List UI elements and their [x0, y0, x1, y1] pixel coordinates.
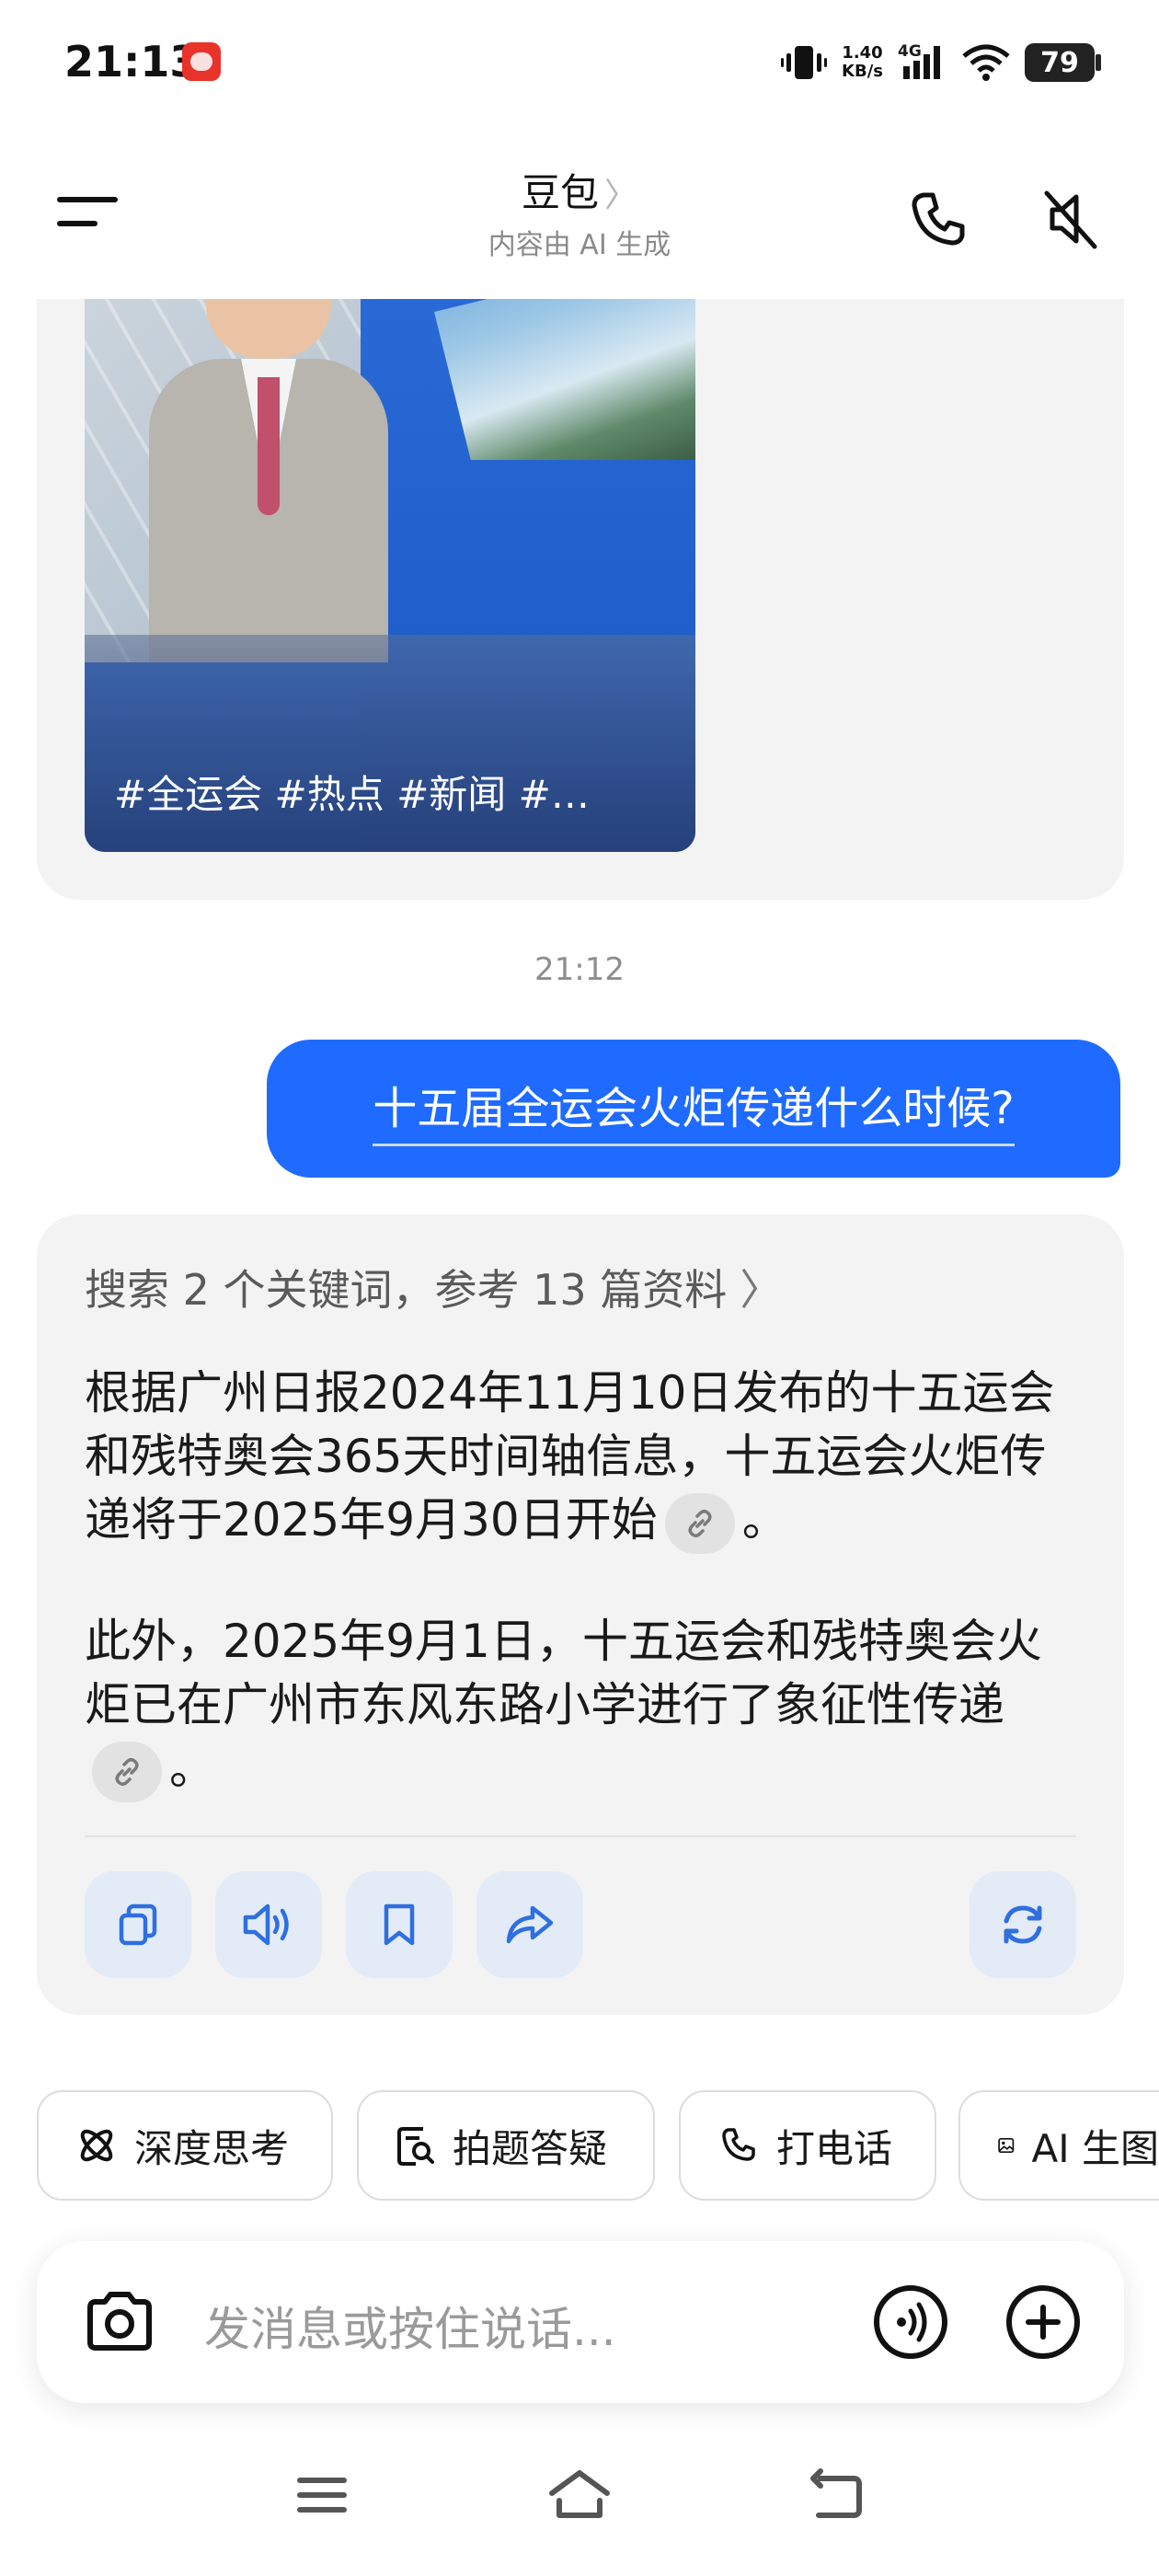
plus-icon [1006, 2285, 1080, 2359]
message-input-bar: 发消息或按住说话... [37, 2241, 1124, 2403]
camera-icon [87, 2292, 152, 2351]
reference-link-icon[interactable] [92, 1741, 162, 1802]
quick-action-deep-thinking[interactable]: 深度思考 [37, 2090, 333, 2201]
bookmark-button[interactable] [346, 1871, 453, 1978]
copy-button[interactable] [85, 1871, 191, 1978]
message-timestamp: 21:12 [534, 951, 625, 988]
mute-speaker-button[interactable] [1034, 182, 1107, 256]
phone-call-button[interactable] [901, 182, 975, 256]
vibrate-icon [781, 46, 828, 79]
network-speed: 1.40 KB/s [842, 43, 883, 81]
recent-apps-button[interactable] [293, 2466, 351, 2528]
status-indicators: 1.40 KB/s 4G 79 [781, 37, 1101, 88]
user-message-bubble[interactable]: 十五届全运会火炬传递什么时候? [267, 1040, 1120, 1178]
video-tags: #全运会 #热点 #新闻 #… [114, 772, 590, 817]
bookmark-icon [384, 1903, 415, 1946]
refresh-icon [1004, 1905, 1042, 1944]
atom-icon [80, 2129, 113, 2162]
answer-paragraph-1: 根据广州日报2024年11月10日发布的十五运会和残特奥会365天时间轴信息，十… [85, 1362, 1087, 1554]
back-arrow-icon [810, 2468, 862, 2518]
image-icon [998, 2137, 1015, 2154]
app-notification-icon [182, 42, 221, 81]
system-navigation-bar [0, 2466, 1159, 2558]
phone-icon [912, 192, 965, 246]
quick-action-ai-image[interactable]: AI 生图 [958, 2090, 1159, 2201]
ai-generated-notice: 内容由 AI 生成 [488, 229, 671, 261]
menu-lines-icon [297, 2478, 347, 2513]
chat-title-area[interactable]: 豆包〉 内容由 AI 生成 [396, 162, 763, 262]
copy-icon [119, 1903, 157, 1946]
scan-document-icon [397, 2127, 434, 2166]
chat-header: 豆包〉 内容由 AI 生成 [0, 129, 1159, 299]
regenerate-button[interactable] [970, 1871, 1076, 1978]
status-time: 21:13 [64, 37, 200, 86]
chevron-right-icon: 〉 [604, 177, 638, 214]
status-bar: 21:13 1.40 KB/s 4G 79 [0, 0, 1159, 129]
search-references-link[interactable]: 搜索 2 个关键词，参考 13 篇资料〉 [85, 1257, 782, 1317]
read-aloud-button[interactable] [215, 1871, 322, 1978]
home-button[interactable] [546, 2466, 613, 2528]
quick-action-photo-question[interactable]: 拍题答疑 [357, 2090, 655, 2201]
news-anchor [149, 248, 388, 662]
chat-title: 豆包 [521, 170, 599, 215]
news-video-card[interactable]: #全运会 #热点 #新闻 #… [85, 248, 695, 852]
camera-button[interactable] [81, 2285, 158, 2363]
share-arrow-icon [506, 1905, 554, 1944]
add-attachment-button[interactable] [1003, 2282, 1084, 2366]
battery-indicator: 79 [1025, 43, 1101, 82]
ai-answer-bubble: 搜索 2 个关键词，参考 13 篇资料〉 根据广州日报2024年11月10日发布… [37, 1214, 1124, 2015]
share-button[interactable] [476, 1871, 583, 1978]
cellular-signal-icon: 4G [898, 42, 947, 83]
search-summary: 搜索 2 个关键词，参考 13 篇资料 [85, 1265, 728, 1315]
answer-divider [85, 1835, 1076, 1837]
chevron-right-icon: 〉 [740, 1265, 783, 1315]
voice-wave-icon [874, 2285, 947, 2359]
speaker-icon [243, 1903, 289, 1946]
wifi-icon [962, 44, 1010, 81]
menu-icon[interactable] [57, 190, 121, 236]
reference-link-icon[interactable] [664, 1492, 735, 1554]
voice-call-button[interactable] [870, 2282, 951, 2366]
user-message-text: 十五届全运会火炬传递什么时候? [373, 1072, 1015, 1146]
back-button[interactable] [808, 2466, 866, 2528]
message-input[interactable]: 发消息或按住说话... [204, 2293, 616, 2359]
speaker-muted-icon [1044, 190, 1097, 249]
quick-action-call[interactable]: 打电话 [679, 2090, 936, 2201]
phone-icon [722, 2128, 755, 2161]
answer-paragraph-2: 此外，2025年9月1日，十五运会和残特奥会火炬已在广州市东风东路小学进行了象征… [85, 1610, 1087, 1802]
home-icon [549, 2470, 610, 2518]
